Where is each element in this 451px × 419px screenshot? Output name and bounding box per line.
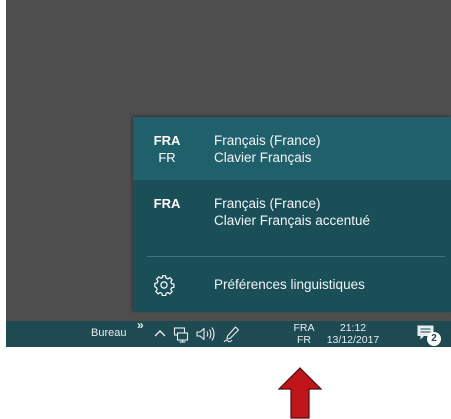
desktop-screenshot: FRA FR Français (France) Clavier Françai…	[6, 0, 451, 347]
language-preferences-link[interactable]: Préférences linguistiques	[133, 258, 451, 312]
gear-icon	[154, 275, 175, 296]
network-icon[interactable]	[173, 325, 190, 343]
language-abbreviation: FRA	[147, 195, 187, 212]
speaker-volume-icon[interactable]	[195, 325, 217, 343]
clock-time: 21:12	[339, 322, 367, 334]
notification-count-badge: 2	[427, 332, 441, 346]
desktop-toolbar-label[interactable]: Bureau	[91, 327, 126, 339]
tray-language-code: FRA	[293, 322, 315, 334]
language-flyout: FRA FR Français (France) Clavier Françai…	[133, 117, 451, 312]
clock[interactable]: 21:12 13/12/2017	[321, 322, 385, 346]
keyboard-layout-name: Clavier Français	[214, 150, 312, 165]
language-name: Français (France)	[214, 196, 321, 211]
keyboard-layout-name: Clavier Français accentué	[214, 213, 371, 228]
language-sub-code: FR	[158, 150, 176, 165]
input-language-indicator[interactable]: FRA FR	[282, 322, 326, 346]
taskbar: Bureau » FRA FR 21:12 13/12/2017 2	[6, 318, 451, 347]
language-option-fr-clavier-accentue[interactable]: FRA Français (France) Clavier Français a…	[133, 181, 451, 251]
language-description: Français (France) Clavier Français	[214, 132, 321, 166]
clock-date: 13/12/2017	[326, 334, 380, 346]
language-code: FRA	[153, 196, 181, 211]
language-option-fr-clavier-francais[interactable]: FRA FR Français (France) Clavier Françai…	[133, 117, 451, 180]
language-abbreviation: FRA FR	[147, 132, 187, 166]
language-code: FRA	[153, 133, 181, 148]
language-name: Français (France)	[214, 133, 321, 148]
language-preferences-label: Préférences linguistiques	[214, 277, 365, 292]
toolbar-expand-chevron[interactable]: »	[137, 318, 144, 332]
chevron-up-icon[interactable]	[153, 323, 167, 343]
tray-language-sub-code: FR	[297, 334, 311, 346]
flyout-divider	[147, 256, 445, 257]
language-description: Français (France) Clavier Français accen…	[214, 195, 370, 229]
pen-icon[interactable]	[223, 325, 241, 343]
red-up-arrow	[278, 367, 322, 419]
action-center-button[interactable]: 2	[416, 324, 442, 346]
